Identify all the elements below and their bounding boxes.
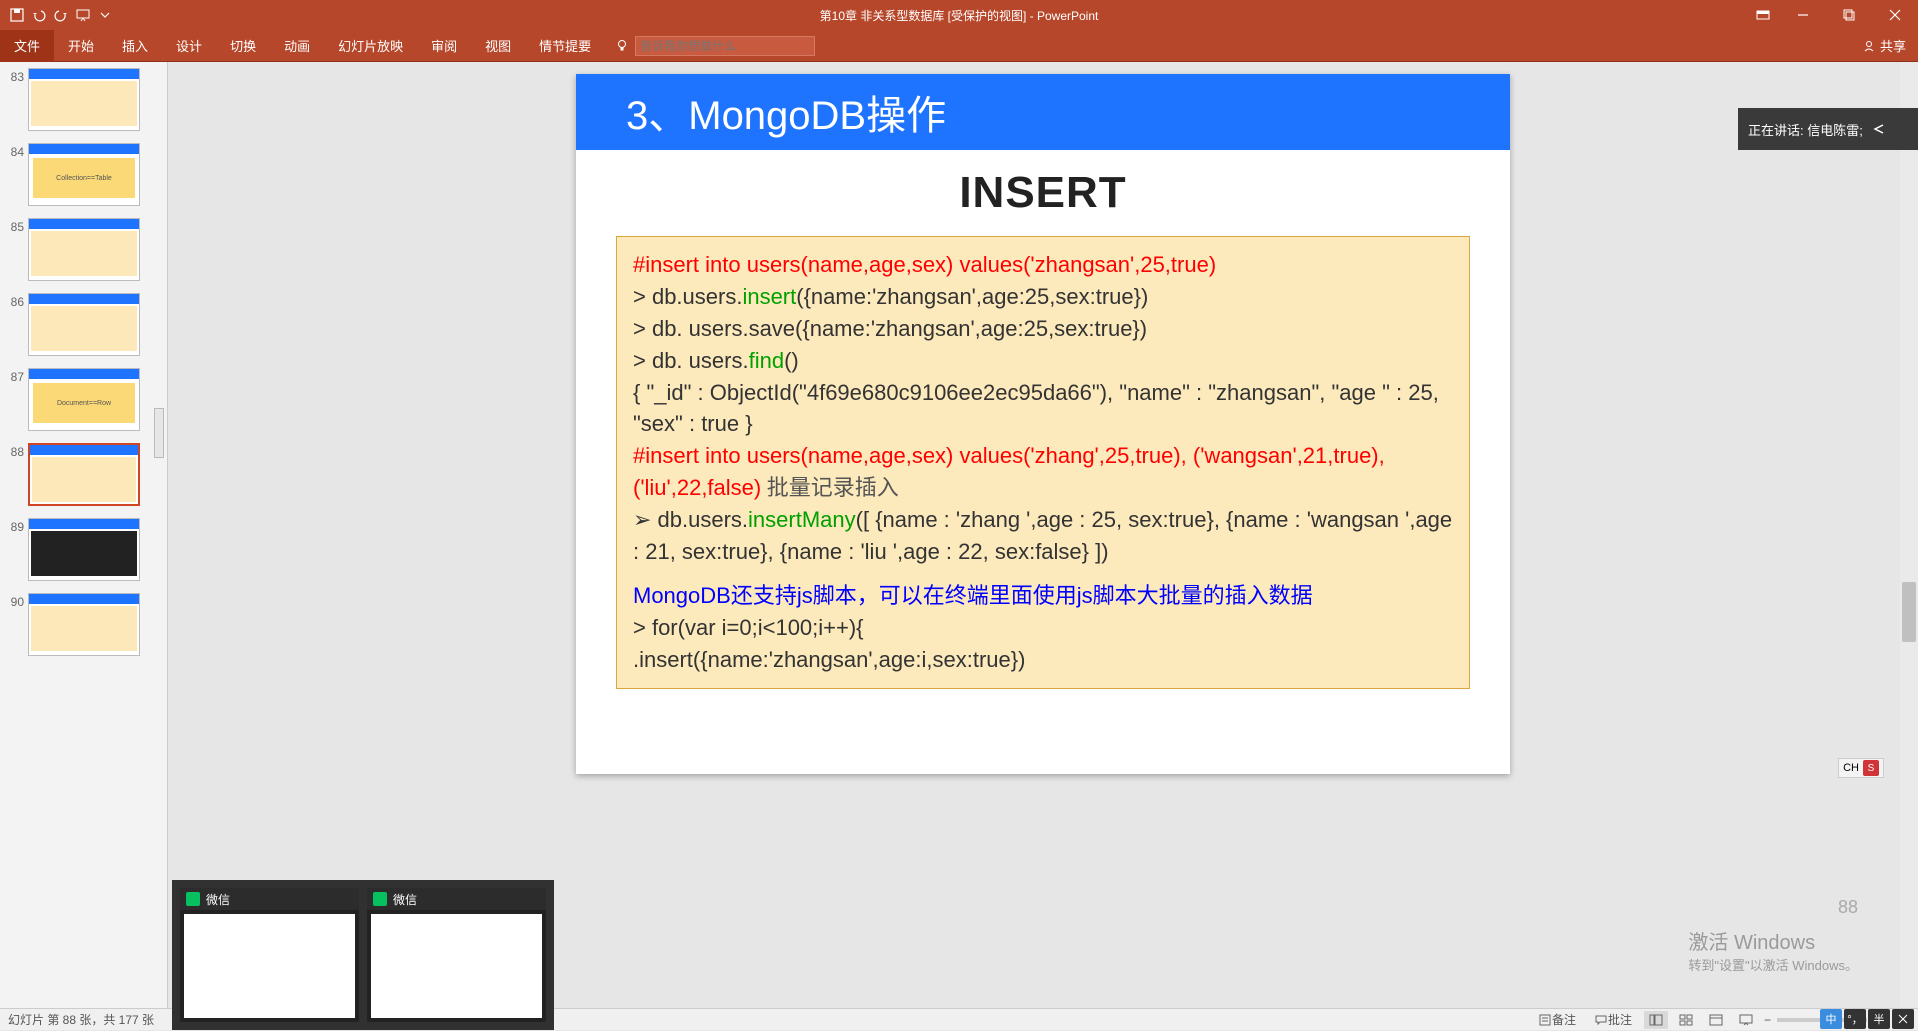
tab-file[interactable]: 文件	[0, 30, 54, 62]
thumb-num: 84	[4, 143, 24, 206]
tell-me-box	[615, 36, 815, 56]
comments-icon	[1594, 1013, 1608, 1027]
zoom-out-button[interactable]: −	[1764, 1013, 1771, 1027]
slide-page-number: 88	[1838, 897, 1858, 918]
scrollbar-thumb[interactable]	[1902, 582, 1916, 642]
normal-view-button[interactable]	[1644, 1011, 1668, 1029]
customize-qat-icon[interactable]	[98, 8, 112, 22]
wechat-icon	[373, 892, 387, 906]
main-area: 83 84 Collection==Table 85 86 87 Documen…	[0, 62, 1918, 1008]
thumbnail-84[interactable]: 84 Collection==Table	[0, 137, 167, 212]
bulb-icon	[615, 39, 629, 53]
thumbnail-86[interactable]: 86	[0, 287, 167, 362]
tab-animation[interactable]: 动画	[270, 30, 324, 62]
maximize-button[interactable]	[1826, 0, 1872, 30]
reading-view-button[interactable]	[1704, 1011, 1728, 1029]
ime-toolbar[interactable]: 中 °， 半	[1820, 1008, 1914, 1030]
tab-transition[interactable]: 切换	[216, 30, 270, 62]
ime-settings-icon[interactable]	[1892, 1009, 1914, 1029]
tell-me-input[interactable]	[635, 36, 815, 56]
redo-icon[interactable]	[54, 8, 68, 22]
window-title: 第10章 非关系型数据库 [受保护的视图] - PowerPoint	[820, 7, 1099, 24]
share-icon	[1862, 39, 1876, 53]
ribbon-tabs: 文件 开始 插入 设计 切换 动画 幻灯片放映 审阅 视图 情节提要 共享	[0, 30, 1918, 62]
speaker-label: 正在讲话: 信电陈雷;	[1748, 120, 1863, 139]
thumbnail-89[interactable]: 89	[0, 512, 167, 587]
thumb-num: 86	[4, 293, 24, 356]
current-slide[interactable]: 3、MongoDB操作 INSERT #insert into users(na…	[576, 74, 1510, 774]
thumbnail-85[interactable]: 85	[0, 212, 167, 287]
ime-cn-button[interactable]: 中	[1820, 1009, 1842, 1029]
sorter-view-button[interactable]	[1674, 1011, 1698, 1029]
notes-button[interactable]: 备注	[1532, 1009, 1582, 1031]
thumb-num: 85	[4, 218, 24, 281]
thumb-num: 90	[4, 593, 24, 656]
ime-width-button[interactable]: 半	[1868, 1009, 1890, 1029]
slide-editor-area: 3、MongoDB操作 INSERT #insert into users(na…	[168, 62, 1918, 1008]
reply-icon[interactable]	[1871, 121, 1887, 137]
share-button[interactable]: 共享	[1862, 36, 1906, 55]
activate-windows-watermark: 激活 Windows 转到"设置"以激活 Windows。	[1688, 926, 1858, 974]
slide-title: 3、MongoDB操作	[576, 74, 1510, 150]
slideshow-start-icon[interactable]	[76, 8, 90, 22]
thumb-num: 88	[4, 443, 24, 506]
window-controls	[1746, 0, 1918, 30]
tab-review[interactable]: 审阅	[417, 30, 471, 62]
close-button[interactable]	[1872, 0, 1918, 30]
panel-collapse-handle[interactable]	[154, 408, 164, 458]
wechat-icon	[186, 892, 200, 906]
ribbon-display-icon[interactable]	[1746, 0, 1780, 30]
slide-code-block: #insert into users(name,age,sex) values(…	[616, 236, 1470, 689]
tab-insert[interactable]: 插入	[108, 30, 162, 62]
thumb-num: 83	[4, 68, 24, 131]
slideshow-view-button[interactable]	[1734, 1011, 1758, 1029]
save-icon[interactable]	[10, 8, 24, 22]
undo-icon[interactable]	[32, 8, 46, 22]
share-label: 共享	[1880, 36, 1906, 55]
slide-subtitle: INSERT	[576, 168, 1510, 218]
slide-thumbnail-panel[interactable]: 83 84 Collection==Table 85 86 87 Documen…	[0, 62, 168, 1008]
wechat-window-1[interactable]: 微信	[180, 888, 359, 1022]
comments-button[interactable]: 批注	[1588, 1009, 1638, 1031]
speaker-notification: 正在讲话: 信电陈雷;	[1738, 108, 1918, 150]
thumb-num: 87	[4, 368, 24, 431]
notes-icon	[1538, 1013, 1552, 1027]
tab-storyboard[interactable]: 情节提要	[525, 30, 605, 62]
thumbnail-88[interactable]: 88	[0, 437, 167, 512]
tab-slideshow[interactable]: 幻灯片放映	[324, 30, 417, 62]
wechat-window-2[interactable]: 微信	[367, 888, 546, 1022]
quick-access-toolbar	[0, 8, 112, 22]
title-bar: 第10章 非关系型数据库 [受保护的视图] - PowerPoint	[0, 0, 1918, 30]
wechat-task-preview[interactable]: 微信 微信	[172, 880, 554, 1030]
language-indicator[interactable]: CH S	[1838, 758, 1884, 778]
thumbnail-90[interactable]: 90	[0, 587, 167, 662]
tab-design[interactable]: 设计	[162, 30, 216, 62]
ime-punct-button[interactable]: °，	[1844, 1009, 1866, 1029]
thumbnail-87[interactable]: 87 Document==Row	[0, 362, 167, 437]
tab-view[interactable]: 视图	[471, 30, 525, 62]
slide-count-label: 幻灯片 第 88 张，共 177 张	[8, 1011, 154, 1028]
thumb-num: 89	[4, 518, 24, 581]
thumbnail-83[interactable]: 83	[0, 62, 167, 137]
slide-scrollbar[interactable]	[1900, 62, 1918, 1008]
minimize-button[interactable]	[1780, 0, 1826, 30]
tab-home[interactable]: 开始	[54, 30, 108, 62]
